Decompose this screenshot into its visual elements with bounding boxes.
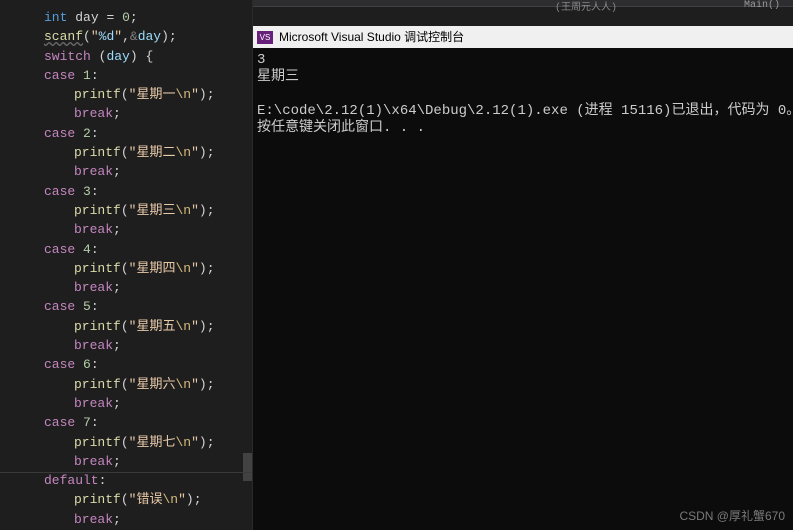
console-title-text: Microsoft Visual Studio 调试控制台 [279,26,464,48]
code-line: break; [12,162,252,181]
code-line: case 6: [12,355,252,374]
top-tag: (王周元人人) [555,0,617,14]
code-line: int day = 0; [12,8,252,27]
code-line: printf("星期一\n"); [12,85,252,104]
code-line: case 1: [12,66,252,85]
code-line: case 2: [12,124,252,143]
scrollbar-thumb[interactable] [243,453,252,481]
code-line: break; [12,336,252,355]
code-editor[interactable]: int day = 0; scanf("%d",&day); switch (d… [0,0,252,530]
code-line: case 7: [12,413,252,432]
console-line: 按任意键关闭此窗口. . . [257,120,425,136]
code-line: break; [12,452,252,471]
code-line: printf("星期四\n"); [12,259,252,278]
console-line: 星期三 [257,69,299,85]
code-line: printf("星期六\n"); [12,375,252,394]
code-line: break; [12,278,252,297]
code-line: printf("星期七\n"); [12,433,252,452]
code-line: break; [12,394,252,413]
console-titlebar[interactable]: VS Microsoft Visual Studio 调试控制台 [253,26,793,48]
code-line: default: [12,471,252,490]
code-line: printf("错误\n"); [12,490,252,509]
code-line: printf("星期二\n"); [12,143,252,162]
code-line: break; [12,510,252,529]
code-line: break; [12,104,252,123]
code-line: printf("星期三\n"); [12,201,252,220]
code-line: case 3: [12,182,252,201]
watermark: CSDN @厚礼蟹670 [679,507,785,524]
editor-divider [0,472,252,473]
console-line: E:\code\2.12(1)\x64\Debug\2.12(1).exe (进… [257,103,793,119]
vs-icon: VS [257,31,273,44]
code-line: case 5: [12,297,252,316]
code-line: break; [12,220,252,239]
code-line: printf("星期五\n"); [12,317,252,336]
top-bar: (王周元人人) Main() [253,0,793,7]
right-pill: Main() [736,0,788,6]
code-line: scanf("%d",&day); [12,27,252,46]
code-line: switch (day) { [12,47,252,66]
console-line: 3 [257,52,265,68]
code-line: case 4: [12,240,252,259]
console-output[interactable]: 3 星期三 E:\code\2.12(1)\x64\Debug\2.12(1).… [253,48,793,530]
